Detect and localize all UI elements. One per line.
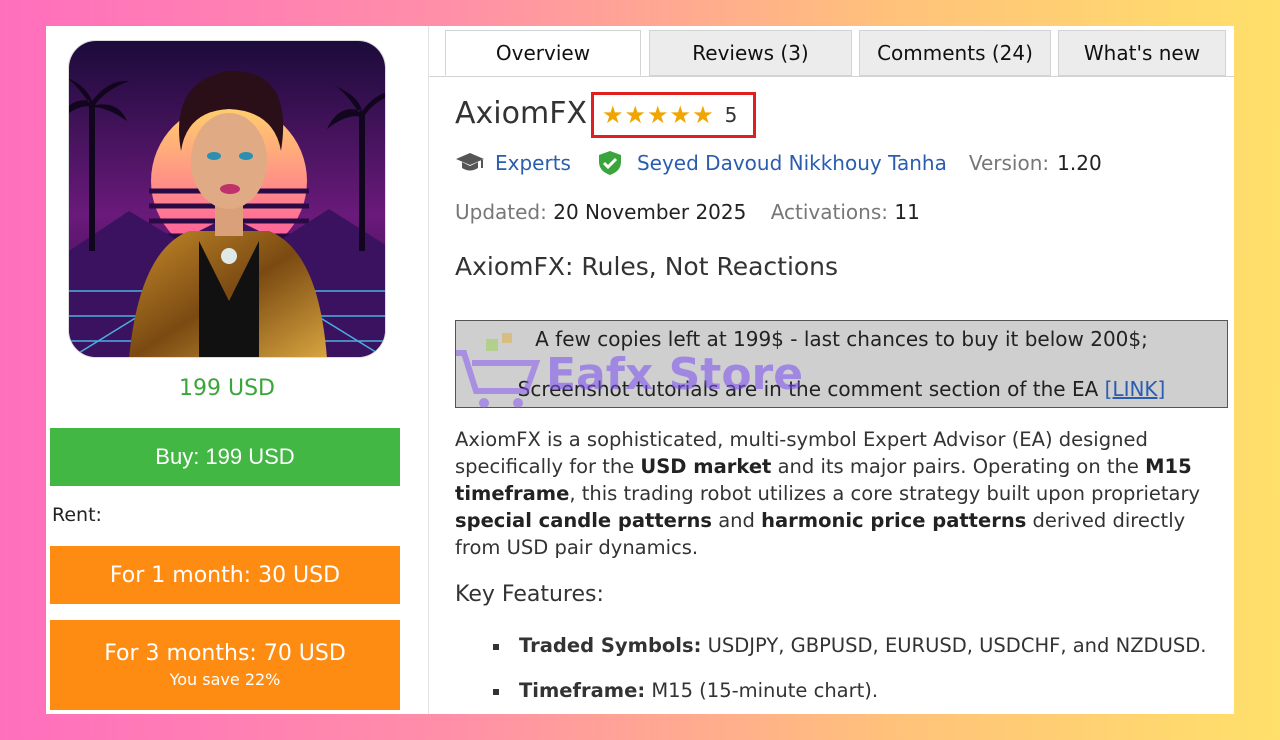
- tab-bar: Overview Reviews (3) Comments (24) What'…: [445, 30, 1227, 76]
- price-label: 199 USD: [179, 376, 275, 401]
- rent-1-month-label: For 1 month: 30 USD: [109, 562, 341, 588]
- rating-value: 5: [724, 103, 738, 127]
- notice-line-2: Screenshot tutorials are in the comment …: [456, 377, 1227, 401]
- desc-text-3: , this trading robot utilizes a core str…: [569, 482, 1201, 505]
- rating-highlight[interactable]: ★★★★★ 5: [591, 92, 756, 138]
- product-stats: Updated: 20 November 2025 Activations: 1…: [455, 200, 920, 224]
- graduation-cap-icon: [455, 150, 485, 176]
- product-description: AxiomFX is a sophisticated, multi-symbol…: [455, 426, 1225, 561]
- feature-value: M15 (15-minute chart).: [645, 679, 879, 702]
- activations-value: 11: [894, 200, 920, 224]
- notice-line-1: A few copies left at 199$ - last chances…: [535, 327, 1148, 351]
- updated-label: Updated:: [455, 200, 547, 224]
- rent-3-months-saving: You save 22%: [169, 670, 281, 689]
- rating-stars-icon: ★★★★★: [602, 101, 715, 129]
- desc-text-2: and its major pairs. Operating on the: [771, 455, 1146, 478]
- list-item: Timeframe: M15 (15-minute chart).: [491, 679, 1211, 714]
- tab-comments[interactable]: Comments (24): [859, 30, 1051, 76]
- desc-bold-4: harmonic price patterns: [761, 509, 1027, 532]
- notice-box: A few copies left at 199$ - last chances…: [455, 320, 1228, 408]
- product-image[interactable]: [68, 40, 386, 358]
- updated-value: 20 November 2025: [553, 200, 747, 224]
- product-meta: Experts Seyed Davoud Nikkhouy Tanha Vers…: [455, 148, 1102, 178]
- tutorial-link[interactable]: [LINK]: [1105, 377, 1166, 401]
- product-details: Overview Reviews (3) Comments (24) What'…: [429, 26, 1234, 714]
- buy-button[interactable]: Buy: 199 USD: [50, 428, 400, 486]
- features-heading: Key Features:: [455, 582, 604, 607]
- features-list: Traded Symbols: USDJPY, GBPUSD, EURUSD, …: [491, 634, 1211, 714]
- category-link[interactable]: Experts: [495, 151, 571, 175]
- product-artwork: [69, 41, 385, 357]
- tab-reviews[interactable]: Reviews (3): [649, 30, 852, 76]
- section-subtitle: AxiomFX: Rules, Not Reactions: [455, 252, 839, 281]
- activations-label: Activations:: [770, 200, 888, 224]
- author-link[interactable]: Seyed Davoud Nikkhouy Tanha: [637, 151, 947, 175]
- desc-bold-3: special candle patterns: [455, 509, 713, 532]
- feature-label: Traded Symbols:: [519, 634, 702, 657]
- feature-label: Timeframe:: [519, 679, 646, 702]
- desc-text-4: and: [712, 509, 762, 532]
- version-label: Version:: [968, 151, 1050, 175]
- product-title: AxiomFX: [455, 96, 587, 131]
- tab-underline: [429, 76, 1234, 77]
- feature-value: USDJPY, GBPUSD, EURUSD, USDCHF, and NZDU…: [701, 634, 1207, 657]
- list-item: Traded Symbols: USDJPY, GBPUSD, EURUSD, …: [491, 634, 1211, 679]
- rent-3-months-label: For 3 months: 70 USD: [104, 641, 346, 666]
- desc-bold-1: USD market: [640, 455, 772, 478]
- version-value: 1.20: [1057, 151, 1102, 175]
- rent-label: Rent:: [52, 504, 102, 526]
- tab-whats-new[interactable]: What's new: [1058, 30, 1226, 76]
- product-page: 199 USD Buy: 199 USD Rent: For 1 month: …: [46, 26, 1234, 714]
- rent-1-month-button[interactable]: For 1 month: 30 USD: [50, 546, 400, 604]
- purchase-panel: 199 USD Buy: 199 USD Rent: For 1 month: …: [46, 26, 428, 714]
- notice-line-2-text: Screenshot tutorials are in the comment …: [517, 377, 1099, 401]
- verified-shield-icon: [597, 150, 627, 176]
- rent-3-months-button[interactable]: For 3 months: 70 USD You save 22%: [50, 620, 400, 710]
- tab-overview[interactable]: Overview: [445, 30, 641, 76]
